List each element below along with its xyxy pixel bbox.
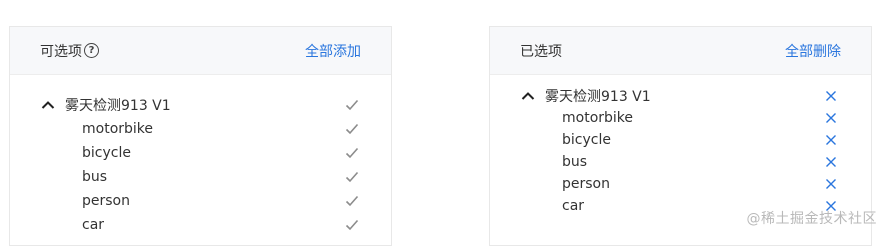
selected-title-wrap: 已选项: [520, 41, 562, 61]
selected-panel-header: 已选项 全部删除: [490, 27, 871, 75]
check-icon[interactable]: [345, 195, 359, 207]
check-icon[interactable]: [345, 99, 359, 111]
check-icon[interactable]: [345, 219, 359, 231]
close-icon[interactable]: [825, 178, 837, 190]
list-item[interactable]: bus: [41, 165, 359, 189]
list-item-label: motorbike: [82, 121, 154, 137]
selected-title: 已选项: [520, 43, 562, 60]
watermark: @稀土掘金技术社区: [746, 211, 877, 227]
available-panel-header: 可选项 ? 全部添加: [10, 27, 391, 75]
question-circle-icon[interactable]: ?: [84, 43, 99, 58]
available-panel: 可选项 ? 全部添加 雾天检测913 V1 motorbike bicycle: [9, 26, 392, 246]
list-item[interactable]: motorbike: [521, 107, 837, 129]
selected-tree: 雾天检测913 V1 motorbike bicycle bus person …: [490, 85, 871, 217]
list-item[interactable]: bus: [521, 151, 837, 173]
check-icon[interactable]: [345, 147, 359, 159]
available-group-row[interactable]: 雾天检测913 V1: [41, 93, 359, 117]
available-title-wrap: 可选项 ?: [40, 41, 99, 61]
check-icon[interactable]: [345, 171, 359, 183]
selected-group-row[interactable]: 雾天检测913 V1: [521, 85, 837, 107]
list-item[interactable]: car: [41, 213, 359, 237]
remove-all-button[interactable]: 全部删除: [785, 41, 841, 61]
close-icon[interactable]: [825, 112, 837, 124]
list-item[interactable]: person: [41, 189, 359, 213]
list-item[interactable]: motorbike: [41, 117, 359, 141]
list-item-label: bus: [562, 154, 588, 170]
close-icon[interactable]: [825, 156, 837, 168]
list-item-label: person: [562, 176, 610, 192]
close-icon[interactable]: [825, 90, 837, 102]
close-icon[interactable]: [825, 134, 837, 146]
list-item[interactable]: person: [521, 173, 837, 195]
available-tree: 雾天检测913 V1 motorbike bicycle bus person …: [10, 93, 391, 237]
list-item-label: car: [562, 198, 585, 214]
chevron-up-icon[interactable]: [521, 91, 535, 101]
available-group-label: 雾天检测913 V1: [65, 98, 171, 114]
add-all-button[interactable]: 全部添加: [305, 41, 361, 61]
available-title: 可选项: [40, 43, 82, 60]
check-icon[interactable]: [345, 123, 359, 135]
list-item-label: bus: [82, 169, 108, 185]
list-item-label: person: [82, 193, 130, 209]
list-item[interactable]: bicycle: [41, 141, 359, 165]
list-item-label: bicycle: [82, 145, 131, 161]
list-item-label: bicycle: [562, 132, 611, 148]
list-item-label: motorbike: [562, 110, 634, 126]
list-item-label: car: [82, 217, 105, 233]
selected-group-label: 雾天检测913 V1: [545, 89, 651, 105]
chevron-up-icon[interactable]: [41, 100, 55, 110]
list-item[interactable]: bicycle: [521, 129, 837, 151]
